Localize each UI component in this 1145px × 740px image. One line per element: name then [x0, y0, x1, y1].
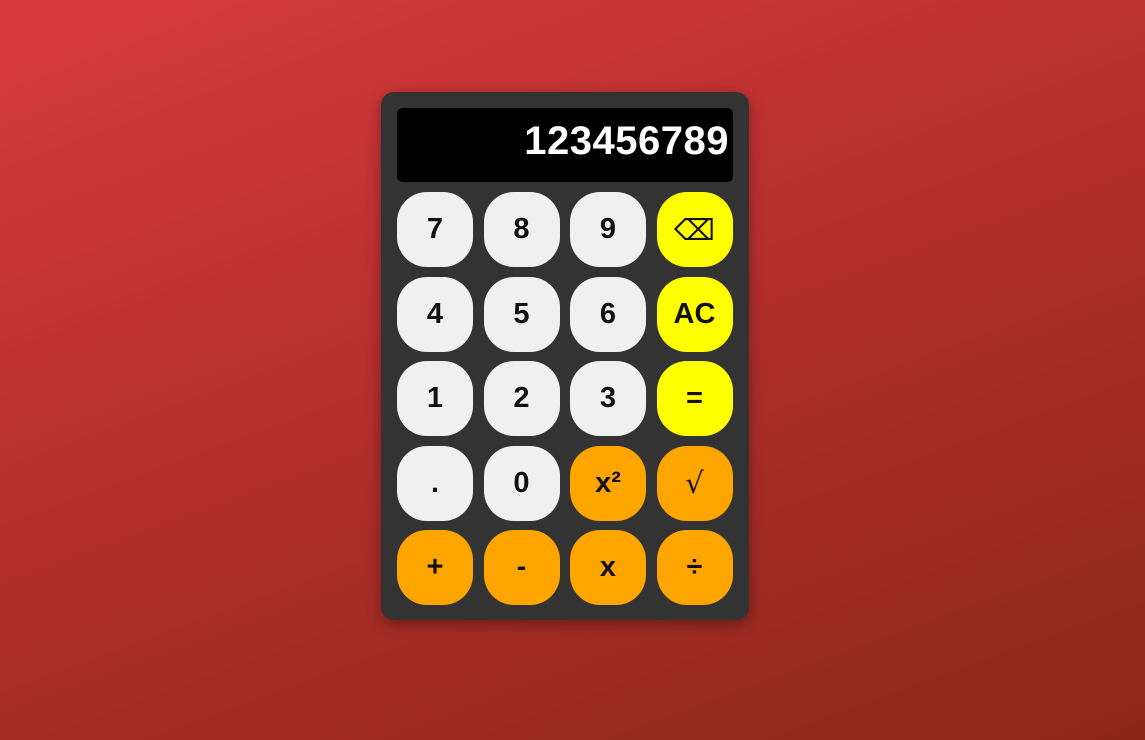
backspace-icon: ⌫: [673, 212, 715, 247]
add-button[interactable]: +: [397, 530, 473, 605]
decimal-button[interactable]: .: [397, 445, 473, 521]
key-4[interactable]: 4: [397, 276, 473, 352]
square-root-button[interactable]: √: [656, 445, 733, 521]
backspace-button[interactable]: ⌫: [656, 192, 733, 267]
key-9[interactable]: 9: [570, 192, 646, 267]
equals-button[interactable]: =: [656, 361, 733, 436]
calculator-display: 123456789: [397, 108, 733, 182]
square-button[interactable]: x²: [570, 445, 646, 521]
key-8[interactable]: 8: [483, 192, 560, 267]
key-0[interactable]: 0: [483, 445, 560, 521]
key-6[interactable]: 6: [570, 276, 646, 352]
key-1[interactable]: 1: [397, 361, 473, 436]
calculator: 123456789 7 8 9 ⌫ 4 5 6 AC 1 2 3 = . 0 x…: [381, 92, 749, 620]
square-root-icon: √: [685, 466, 704, 500]
divide-button[interactable]: ÷: [656, 530, 733, 605]
multiply-button[interactable]: x: [570, 530, 646, 605]
subtract-button[interactable]: -: [483, 530, 560, 605]
key-3[interactable]: 3: [570, 361, 646, 436]
key-5[interactable]: 5: [483, 276, 560, 352]
key-2[interactable]: 2: [483, 361, 560, 436]
key-7[interactable]: 7: [397, 192, 473, 267]
all-clear-button[interactable]: AC: [656, 276, 733, 352]
keypad: 7 8 9 ⌫ 4 5 6 AC 1 2 3 = . 0 x² √ + - x …: [397, 192, 733, 605]
